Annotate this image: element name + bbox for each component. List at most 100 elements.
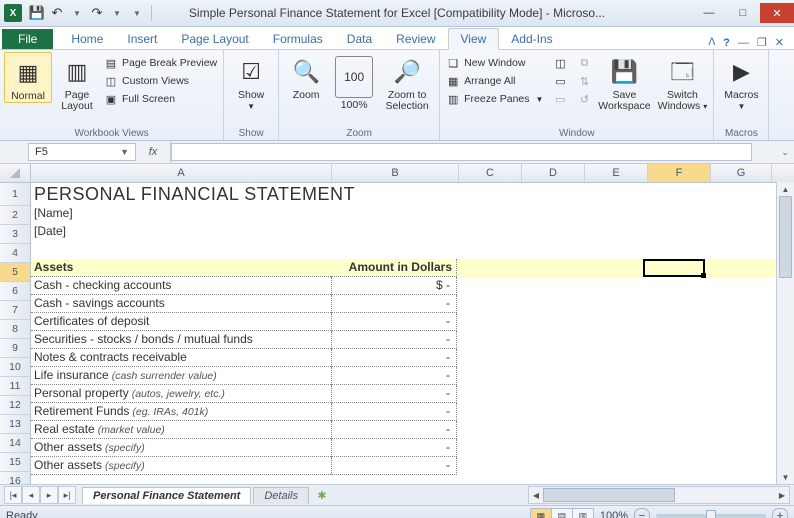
reset-pos-button[interactable]: ↺ <box>575 91 593 107</box>
tab-page-layout[interactable]: Page Layout <box>169 29 260 49</box>
cell-A6[interactable]: Cash - checking accounts <box>31 277 331 295</box>
view-pagebreak-icon[interactable]: ▥ <box>573 509 593 518</box>
page-layout-button[interactable]: ▥ Page Layout <box>54 52 100 112</box>
scroll-left-icon[interactable]: ◀ <box>529 487 543 503</box>
sheet-nav-first-icon[interactable]: |◂ <box>4 486 22 504</box>
row-header-8[interactable]: 8 <box>0 320 30 339</box>
cell-A15[interactable]: Other assets(specify) <box>31 439 331 457</box>
new-sheet-icon[interactable]: ✱ <box>313 488 331 502</box>
normal-view-button[interactable]: ▦ Normal <box>4 52 52 103</box>
row-header-15[interactable]: 15 <box>0 453 30 472</box>
cell-B13[interactable]: - <box>331 403 457 421</box>
sheet-tab-details[interactable]: Details <box>253 487 309 504</box>
cell-A7[interactable]: Cash - savings accounts <box>31 295 331 313</box>
sheet-tab-active[interactable]: Personal Finance Statement <box>82 487 251 504</box>
sheet-nav-prev-icon[interactable]: ◂ <box>22 486 40 504</box>
cell-A12[interactable]: Personal property(autos, jewelry, etc.) <box>31 385 331 403</box>
row-header-10[interactable]: 10 <box>0 358 30 377</box>
row-header-16[interactable]: 16 <box>0 472 30 484</box>
help-icon[interactable]: ? <box>723 37 730 49</box>
col-header-C[interactable]: C <box>459 164 522 182</box>
row-header-12[interactable]: 12 <box>0 396 30 415</box>
cell-A16[interactable]: Other assets(specify) <box>31 457 331 475</box>
doc-close-icon[interactable]: ✕ <box>775 36 784 49</box>
cell-A9[interactable]: Securities - stocks / bonds / mutual fun… <box>31 331 331 349</box>
cell-B11[interactable]: - <box>331 367 457 385</box>
expand-formula-bar-icon[interactable]: ⌄ <box>776 141 794 163</box>
freeze-panes-button[interactable]: ▥Freeze Panes ▼ <box>444 91 545 107</box>
switch-windows-button[interactable]: 🗔Switch Windows ▾ <box>655 52 709 112</box>
tab-file[interactable]: File <box>2 29 53 49</box>
cell-B5[interactable]: Amount in Dollars <box>331 259 457 277</box>
undo-icon[interactable]: ↶ <box>48 4 66 22</box>
macros-button[interactable]: ▶Macros▼ <box>718 52 764 112</box>
row-header-2[interactable]: 2 <box>0 206 30 225</box>
cell-B12[interactable]: - <box>331 385 457 403</box>
redo-dropdown-icon[interactable]: ▼ <box>108 4 126 22</box>
zoom-out-button[interactable]: − <box>634 508 650 518</box>
cell-A5[interactable]: Assets <box>31 259 331 277</box>
undo-dropdown-icon[interactable]: ▼ <box>68 4 86 22</box>
zoom-selection-button[interactable]: 🔎Zoom to Selection <box>379 52 435 112</box>
page-break-preview-button[interactable]: ▤Page Break Preview <box>102 55 219 71</box>
split-button[interactable]: ◫ <box>551 55 569 71</box>
scroll-right-icon[interactable]: ▶ <box>775 487 789 503</box>
col-header-F[interactable]: F <box>648 164 711 182</box>
scroll-up-icon[interactable]: ▲ <box>777 182 794 196</box>
select-all-corner[interactable] <box>0 164 31 182</box>
horizontal-scrollbar[interactable]: ◀ ▶ <box>528 486 790 504</box>
row-header-7[interactable]: 7 <box>0 301 30 320</box>
col-header-B[interactable]: B <box>332 164 459 182</box>
col-header-D[interactable]: D <box>522 164 585 182</box>
view-pagelayout-icon[interactable]: ▤ <box>552 509 573 518</box>
row-header-14[interactable]: 14 <box>0 434 30 453</box>
close-button[interactable]: ✕ <box>760 3 794 23</box>
row-header-9[interactable]: 9 <box>0 339 30 358</box>
cell-B9[interactable]: - <box>331 331 457 349</box>
cell-A1[interactable]: PERSONAL FINANCIAL STATEMENT <box>31 183 331 205</box>
cell-A4[interactable] <box>31 241 331 259</box>
doc-minimize-icon[interactable]: — <box>738 37 749 49</box>
col-header-A[interactable]: A <box>31 164 332 182</box>
tab-data[interactable]: Data <box>335 29 384 49</box>
cell-A3[interactable]: [Date] <box>31 223 331 241</box>
zoom-slider-knob[interactable] <box>706 510 716 518</box>
zoom-in-button[interactable]: + <box>772 508 788 518</box>
maximize-button[interactable]: □ <box>726 3 760 23</box>
sheet-nav-last-icon[interactable]: ▸| <box>58 486 76 504</box>
cell-B6[interactable]: $ - <box>331 277 457 295</box>
view-side-button[interactable]: ⧉ <box>575 55 593 71</box>
formula-input[interactable] <box>171 143 752 161</box>
cell-B16[interactable]: - <box>331 457 457 475</box>
zoom-100-button[interactable]: 100100% <box>331 52 377 111</box>
row-header-1[interactable]: 1 <box>0 183 30 206</box>
fx-label[interactable]: fx <box>136 141 171 163</box>
doc-restore-icon[interactable]: ❐ <box>757 36 767 49</box>
full-screen-button[interactable]: ▣Full Screen <box>102 91 219 107</box>
scroll-down-icon[interactable]: ▼ <box>777 470 794 484</box>
show-button[interactable]: ☑ Show▼ <box>228 52 274 112</box>
qat-customize-icon[interactable]: ▼ <box>128 4 146 22</box>
zoom-percent[interactable]: 100% <box>600 510 628 518</box>
vertical-scrollbar[interactable]: ▲ ▼ <box>776 182 794 484</box>
tab-home[interactable]: Home <box>59 29 115 49</box>
sync-scroll-button[interactable]: ⇅ <box>575 73 593 89</box>
row-header-4[interactable]: 4 <box>0 244 30 263</box>
save-workspace-button[interactable]: 💾Save Workspace <box>595 52 653 112</box>
cell-A14[interactable]: Real estate(market value) <box>31 421 331 439</box>
chevron-down-icon[interactable]: ▼ <box>120 147 129 157</box>
cell-grid[interactable]: PERSONAL FINANCIAL STATEMENT [Name] [Dat… <box>31 183 794 484</box>
minimize-button[interactable]: — <box>692 3 726 23</box>
cell-A2[interactable]: [Name] <box>31 205 331 223</box>
hide-button[interactable]: ▭ <box>551 73 569 89</box>
arrange-all-button[interactable]: ▦Arrange All <box>444 73 545 89</box>
row-header-3[interactable]: 3 <box>0 225 30 244</box>
tab-review[interactable]: Review <box>384 29 447 49</box>
cell-B10[interactable]: - <box>331 349 457 367</box>
tab-view[interactable]: View <box>448 28 500 50</box>
cell-A10[interactable]: Notes & contracts receivable <box>31 349 331 367</box>
zoom-button[interactable]: 🔍Zoom <box>283 52 329 101</box>
name-box[interactable]: F5▼ <box>28 143 136 161</box>
cell-A8[interactable]: Certificates of deposit <box>31 313 331 331</box>
cell-A13[interactable]: Retirement Funds(eg. IRAs, 401k) <box>31 403 331 421</box>
